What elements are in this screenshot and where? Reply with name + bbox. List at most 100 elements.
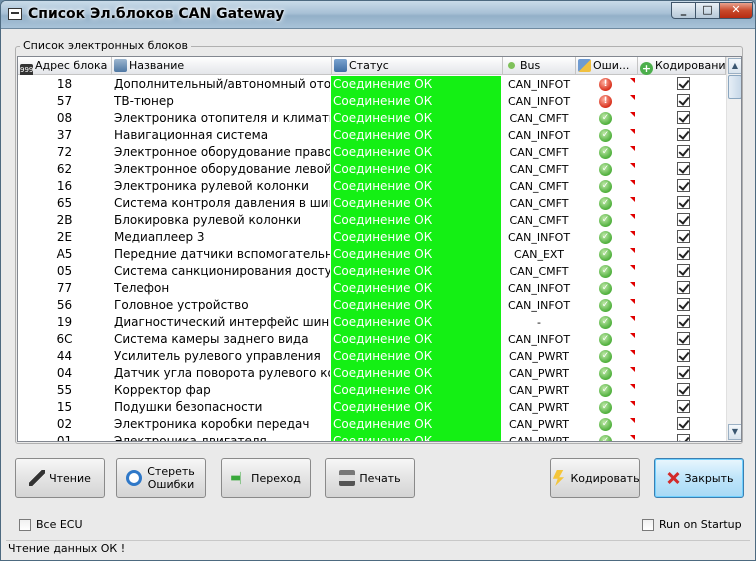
row-bus: CAN_PWRT [508,350,569,363]
check-circle-icon: ✓ [599,384,612,397]
row-errors: ✓ [578,331,638,348]
table-row[interactable]: 57 ТВ-тюнер Соединение ОК CAN_INFOT! [18,93,726,110]
all-ecu-option[interactable]: Все ECU [19,518,83,531]
coding-checkbox[interactable] [676,128,690,141]
red-corner-marker [630,282,635,287]
column-header-bus[interactable]: Bus [503,57,576,75]
coding-checkbox[interactable] [676,196,690,209]
table-row[interactable]: 55 Корректор фар Соединение ОК CAN_PWRT ✓ [18,382,726,399]
coding-checkbox[interactable] [676,230,690,243]
table-row[interactable]: 04 Датчик угла поворота рулевого ко... Сое… [18,365,726,382]
bus-icon [505,59,518,72]
row-name: Корректор фар [114,383,211,397]
row-bus: CAN_INFOT [507,282,571,295]
row-coding [640,212,726,229]
table-row[interactable]: 65 Система контроля давления в шинах Соеди… [18,195,726,212]
row-bus: CAN_PWRT [508,367,569,380]
table-row[interactable]: 18 Дополнительный/автономный отоп... Соеди… [18,76,726,93]
check-circle-icon: ✓ [599,282,612,295]
coding-checkbox[interactable] [676,145,690,158]
coding-checkbox[interactable] [676,366,690,379]
coding-checkbox[interactable] [676,434,690,441]
coding-checkbox[interactable] [676,111,690,124]
table-row[interactable]: 2E Медиаплеер 3 Соединение ОК CAN_INFOT ✓ [18,229,726,246]
title-bar[interactable]: Список Эл.блоков CAN Gateway _ □ ✕ [1,1,755,29]
table-row[interactable]: 16 Электроника рулевой колонки Соединение … [18,178,726,195]
column-header-errors[interactable]: Оши... [576,57,638,75]
red-corner-marker [630,180,635,185]
coding-checkbox[interactable] [676,383,690,396]
coding-checkbox[interactable] [676,315,690,328]
ecu-list[interactable]: 999 Адрес блока Название Статус Bus Оши..… [17,56,742,442]
run-on-startup-checkbox[interactable] [642,518,654,531]
row-coding [640,76,726,93]
row-errors: ✓ [578,314,638,331]
row-errors: ✓ [578,212,638,229]
coding-checkbox[interactable] [676,400,690,413]
table-row[interactable]: A5 Передние датчики вспомогательн... Соеди… [18,246,726,263]
app-icon [8,8,22,20]
row-errors: ✓ [578,382,638,399]
column-header-addr[interactable]: 999 Адрес блока [18,57,112,75]
coding-checkbox[interactable] [676,213,690,226]
coding-checkbox[interactable] [676,349,690,362]
print-button[interactable]: Печать [325,458,415,498]
vertical-scrollbar[interactable]: ▲ ▼ [726,57,741,441]
row-bus: CAN_PWRT [508,401,569,414]
table-row[interactable]: 19 Диагностический интерфейс шин ... Соеди… [18,314,726,331]
row-errors: ✓ [578,433,638,441]
table-row[interactable]: 2B Блокировка рулевой колонки Соединение О… [18,212,726,229]
coding-checkbox[interactable] [676,77,690,90]
coding-checkbox[interactable] [676,417,690,430]
coding-checkbox[interactable] [676,162,690,175]
table-row[interactable]: 6C Система камеры заднего вида Соединение … [18,331,726,348]
close-button[interactable]: Закрыть [654,458,744,498]
check-circle-icon: ✓ [599,248,612,261]
minimize-button[interactable]: _ [671,2,696,19]
run-on-startup-option[interactable]: Run on Startup [642,518,742,531]
table-row[interactable]: 44 Усилитель рулевого управления Соединени… [18,348,726,365]
table-row[interactable]: 62 Электронное оборудование левой ... Соед… [18,161,726,178]
close-window-button[interactable]: ✕ [719,2,753,19]
red-corner-marker [630,401,635,406]
table-row[interactable]: 02 Электроника коробки передач Соединение … [18,416,726,433]
column-header-status[interactable]: Статус [332,57,503,75]
table-row[interactable]: 56 Головное устройство Соединение ОК CAN_IN… [18,297,726,314]
table-row[interactable]: 01 Электроника двигателя Соединение ОК CAN_… [18,433,726,441]
table-row[interactable]: 72 Электронное оборудование право... Соеди… [18,144,726,161]
clear-errors-button[interactable]: Стереть Ошибки [116,458,206,498]
row-address: 44 [56,349,73,363]
coding-checkbox[interactable] [676,298,690,311]
row-name: Система санкционирования доступ... [114,264,330,278]
coding-button[interactable]: Кодировать [550,458,640,498]
column-header-name[interactable]: Название [112,57,332,75]
error-icon: ! [599,78,612,91]
table-row[interactable]: 05 Система санкционирования доступ... Соед… [18,263,726,280]
scroll-thumb[interactable] [728,75,741,99]
row-errors: ✓ [578,127,638,144]
row-name: Подушки безопасности [114,400,263,414]
coding-checkbox[interactable] [676,247,690,260]
red-corner-marker [630,231,635,236]
table-row[interactable]: 77 Телефон Соединение ОК CAN_INFOT ✓ [18,280,726,297]
table-row[interactable]: 37 Навигационная система Соединение ОК CAN_… [18,127,726,144]
go-button[interactable]: Переход [221,458,311,498]
row-status: Соединение ОК [331,433,501,441]
check-circle-icon: ✓ [599,180,612,193]
table-row[interactable]: 08 Электроника отопителя и климати... Соед… [18,110,726,127]
check-circle-icon: ✓ [599,129,612,142]
scroll-down-button[interactable]: ▼ [728,424,741,440]
column-header-coding[interactable]: + Кодирование [638,57,726,75]
coding-checkbox[interactable] [676,281,690,294]
coding-checkbox[interactable] [676,264,690,277]
coding-checkbox[interactable] [676,332,690,345]
read-button[interactable]: Чтение [15,458,105,498]
coding-checkbox[interactable] [676,179,690,192]
table-row[interactable]: 15 Подушки безопасности Соединение ОК CAN_P… [18,399,726,416]
all-ecu-checkbox[interactable] [19,518,31,531]
row-address: 2E [56,230,73,244]
coding-checkbox[interactable] [676,94,690,107]
scroll-up-button[interactable]: ▲ [728,58,741,74]
row-errors: ✓ [578,161,638,178]
maximize-button[interactable]: □ [695,2,720,19]
